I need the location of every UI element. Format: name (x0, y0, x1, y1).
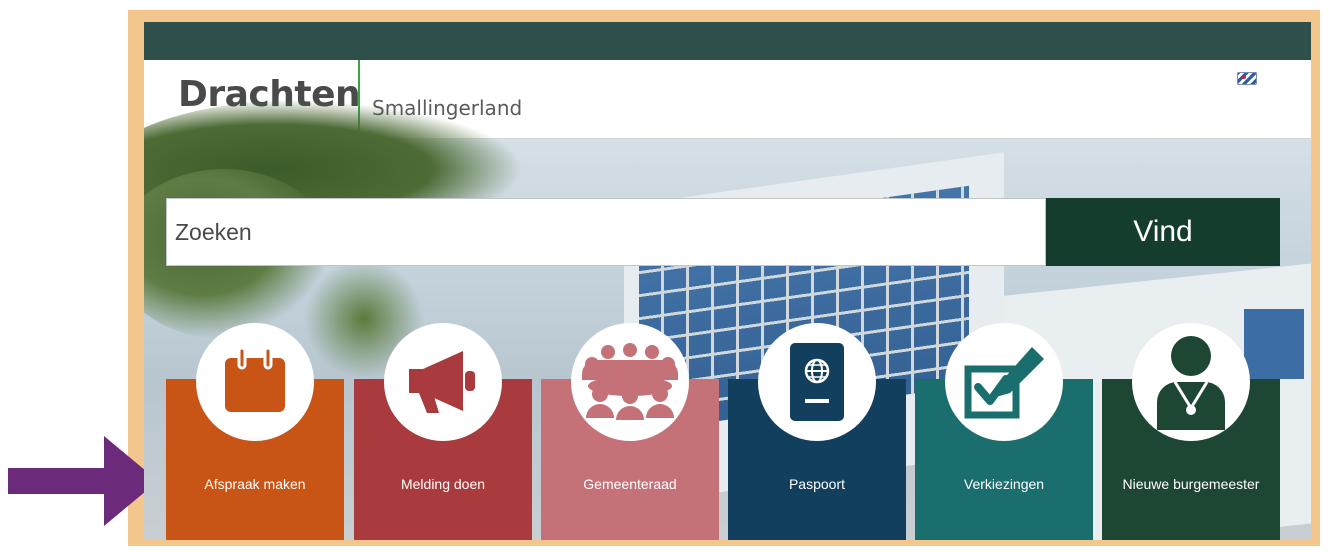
tile-icon-circle (1132, 323, 1250, 441)
tile-melding-doen[interactable]: Melding doen (354, 323, 532, 540)
tile-label: Verkiezingen (963, 476, 1045, 492)
tile-verkiezingen[interactable]: Verkiezingen (915, 323, 1093, 540)
tile-paspoort[interactable]: Paspoort (728, 323, 906, 540)
tile-label: Paspoort (788, 476, 846, 492)
tile-icon-circle (945, 323, 1063, 441)
search-box (166, 198, 1046, 266)
tile-afspraak-maken[interactable]: Afspraak maken (166, 323, 344, 540)
tile-icon-circle (571, 323, 689, 441)
search-button[interactable]: Vind (1046, 198, 1280, 266)
tile-label: Afspraak maken (204, 476, 306, 492)
tile-icon-circle (196, 323, 314, 441)
passport-icon (790, 343, 844, 421)
council-group-icon (582, 343, 678, 420)
calendar-icon (225, 346, 285, 412)
tile-label: Melding doen (400, 476, 486, 492)
tile-label: Nieuwe burgemeester (1122, 476, 1260, 492)
tile-icon-circle (384, 323, 502, 441)
tile-icon-circle (758, 323, 876, 441)
building-window-right (1244, 309, 1304, 379)
search-input[interactable] (167, 199, 1045, 265)
ballot-vote-icon (964, 347, 1044, 419)
tile-gemeenteraad[interactable]: Gemeenteraad (541, 323, 719, 540)
website-page: Drachten Smallingerland Vind Afspraak ma… (144, 22, 1311, 540)
tile-nieuwe-burgemeester[interactable]: Nieuwe burgemeester (1102, 323, 1280, 540)
annotation-arrow-icon (8, 436, 158, 526)
top-bar (144, 22, 1311, 60)
frisian-flag-icon[interactable] (1237, 72, 1257, 85)
mayor-person-icon (1157, 336, 1225, 430)
tile-label: Gemeenteraad (583, 476, 677, 492)
megaphone-icon (409, 351, 475, 413)
